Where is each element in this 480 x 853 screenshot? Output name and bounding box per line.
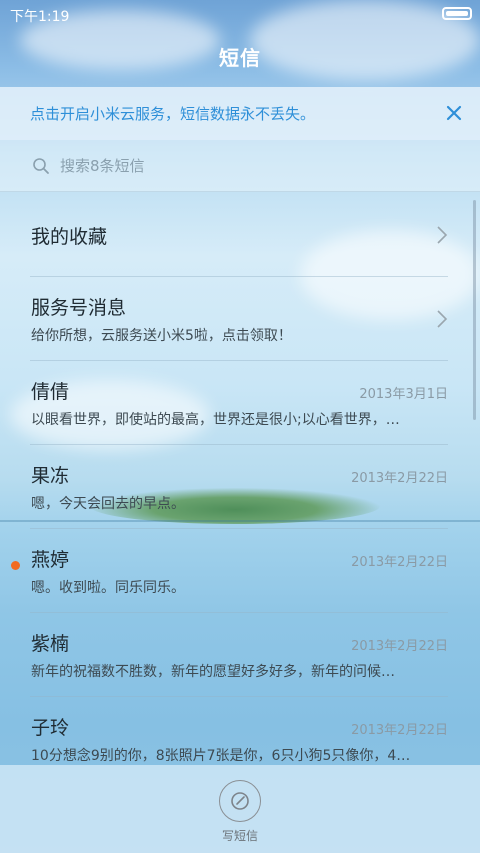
chevron-right-icon — [437, 310, 448, 328]
conversation-title: 服务号消息 — [31, 297, 127, 319]
battery-icon — [442, 7, 472, 20]
conversation-preview: 以眼看世界，即使站的最高，世界还是很小;以心看世界，… — [31, 412, 400, 428]
conversation-item-service[interactable]: 服务号消息 给你所想，云服务送小米5啦，点击领取！ — [30, 277, 448, 361]
conversation-preview: 给你所想，云服务送小米5啦，点击领取！ — [31, 328, 292, 344]
cloud-service-banner[interactable]: 点击开启小米云服务，短信数据永不丢失。 — [0, 87, 480, 140]
compose-button[interactable] — [219, 780, 261, 822]
conversation-preview: 10分想念9别的你，8张照片7张是你，6只小狗5只像你，4… — [31, 748, 411, 764]
conversation-preview: 嗯，今天会回去的早点。 — [31, 496, 185, 512]
conversation-date: 2013年3月1日 — [359, 387, 448, 402]
conversation-item[interactable]: 燕婷 2013年2月22日 嗯。收到啦。同乐同乐。 — [11, 529, 448, 613]
conversation-item[interactable]: 果冻 2013年2月22日 嗯，今天会回去的早点。 — [30, 445, 448, 529]
status-time: 下午1:19 — [10, 9, 70, 25]
conversation-preview: 嗯。收到啦。同乐同乐。 — [31, 580, 185, 596]
conversation-title: 果冻 — [31, 465, 70, 487]
search-icon — [33, 157, 49, 174]
conversation-list: 我的收藏 服务号消息 给你所想，云服务送小米5啦，点击领取！ 倩倩 2013年3… — [0, 193, 480, 781]
conversation-title: 燕婷 — [31, 549, 70, 571]
page-title: 短信 — [219, 46, 261, 70]
chevron-right-icon — [437, 226, 448, 244]
conversation-title: 子玲 — [31, 717, 70, 739]
search-input[interactable]: 搜索8条短信 — [60, 155, 145, 176]
scrollbar[interactable] — [473, 200, 476, 420]
conversation-item[interactable]: 紫楠 2013年2月22日 新年的祝福数不胜数，新年的愿望好多好多，新年的问候… — [30, 613, 448, 697]
conversation-date: 2013年2月22日 — [351, 555, 448, 570]
conversation-title: 倩倩 — [31, 381, 70, 403]
status-bar: 下午1:19 — [0, 0, 480, 28]
conversation-title: 紫楠 — [31, 633, 70, 655]
conversation-preview: 新年的祝福数不胜数，新年的愿望好多好多，新年的问候… — [31, 664, 395, 680]
close-icon[interactable] — [442, 101, 466, 125]
conversation-item[interactable]: 倩倩 2013年3月1日 以眼看世界，即使站的最高，世界还是很小;以心看世界，… — [30, 361, 448, 445]
conversation-title: 我的收藏 — [31, 226, 108, 248]
bottom-bar: 写短信 — [0, 765, 480, 853]
compose-icon — [231, 792, 249, 810]
banner-text: 点击开启小米云服务，短信数据永不丢失。 — [30, 105, 316, 123]
conversation-date: 2013年2月22日 — [351, 471, 448, 486]
search-bar[interactable]: 搜索8条短信 — [0, 140, 480, 192]
unread-dot-icon — [11, 561, 20, 570]
conversation-date: 2013年2月22日 — [351, 639, 448, 654]
conversation-item-favorites[interactable]: 我的收藏 — [30, 193, 448, 277]
compose-label: 写短信 — [221, 829, 258, 843]
conversation-date: 2013年2月22日 — [351, 723, 448, 738]
